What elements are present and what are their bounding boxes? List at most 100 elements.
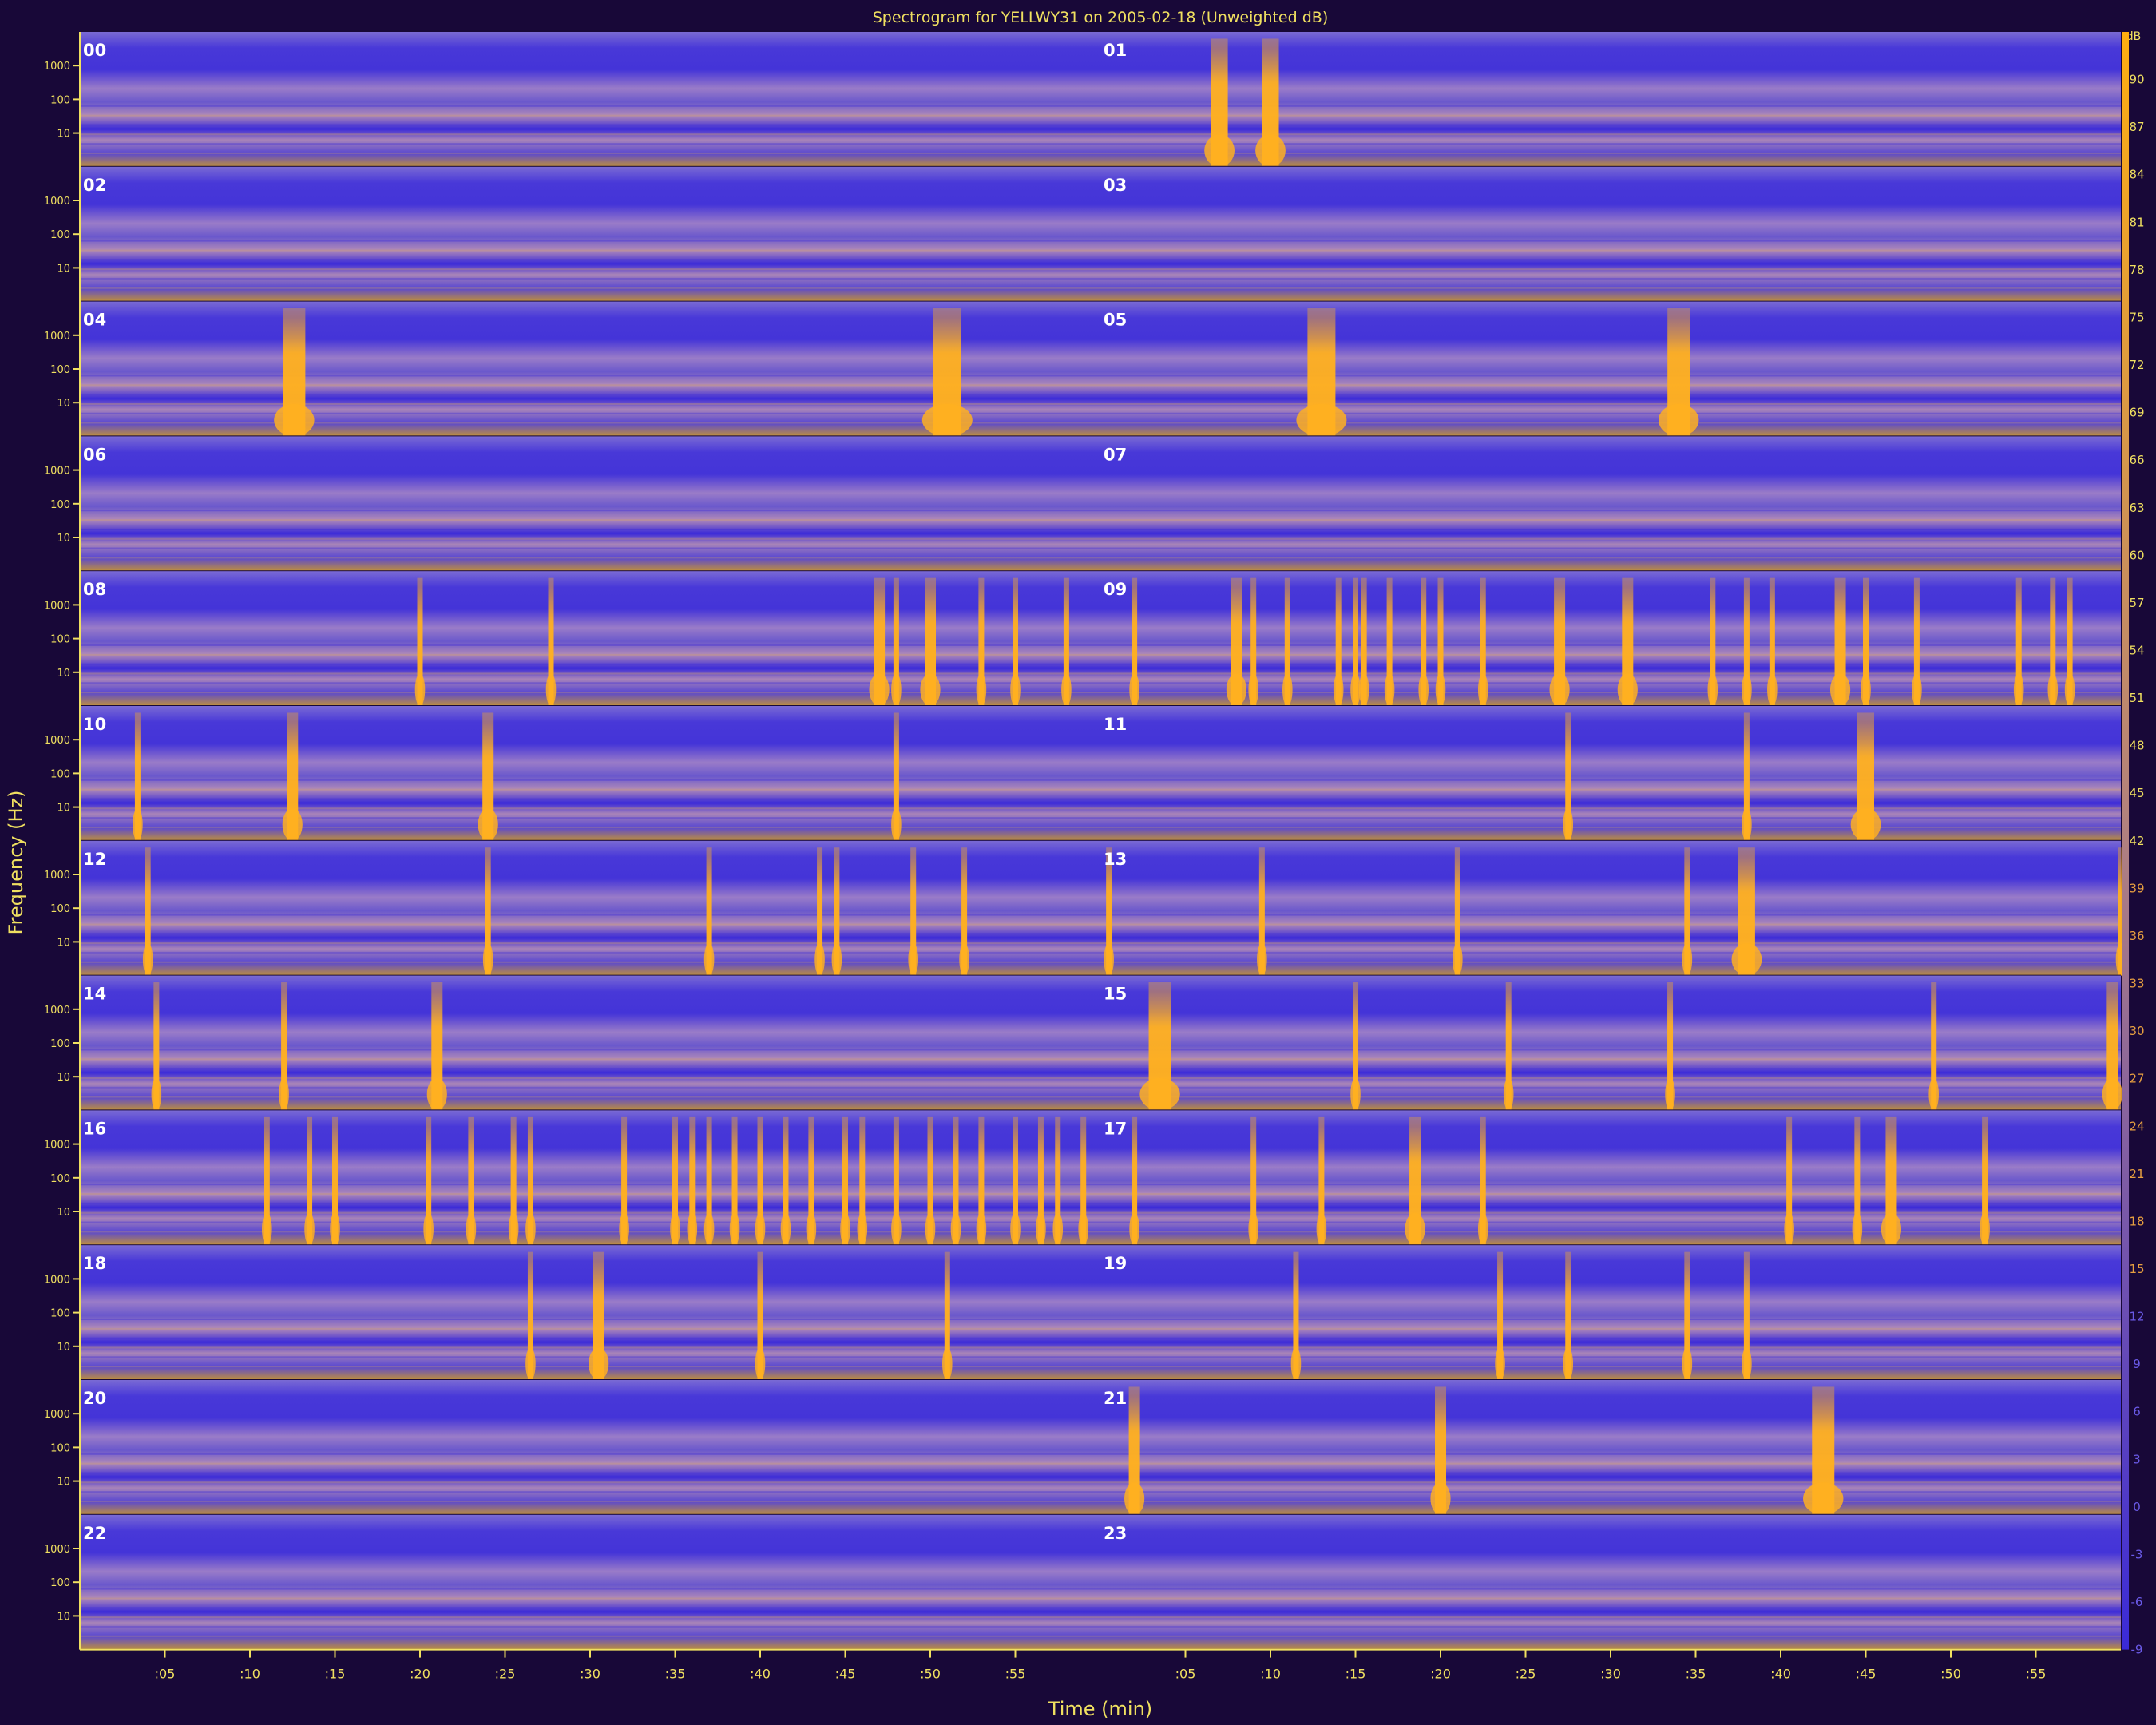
event-base xyxy=(1665,1077,1675,1111)
event-base xyxy=(142,943,153,976)
event-base xyxy=(133,808,143,841)
event-base xyxy=(619,1212,629,1246)
x-tick-label: :20 xyxy=(1430,1667,1451,1682)
event-base xyxy=(1549,673,1570,707)
colorbar-gradient xyxy=(2122,32,2129,1650)
hour-label: 16 xyxy=(83,1119,106,1138)
event-base xyxy=(1829,673,1851,707)
x-tick-label: :15 xyxy=(1346,1667,1366,1682)
event-base xyxy=(1742,673,1752,707)
x-tick-label: :35 xyxy=(1686,1667,1706,1682)
event-base xyxy=(1204,134,1235,167)
event-base xyxy=(1255,134,1286,167)
x-tick-label: :40 xyxy=(1770,1667,1791,1682)
event-base xyxy=(1316,1212,1327,1246)
event-base xyxy=(831,943,842,976)
hour-label: 21 xyxy=(1104,1389,1127,1408)
event-base xyxy=(525,1347,536,1380)
event-base xyxy=(1248,673,1258,707)
x-tick-label: :45 xyxy=(1856,1667,1877,1682)
x-tick-label: :40 xyxy=(750,1667,771,1682)
colorbar-tick-label: -3 xyxy=(2131,1547,2143,1561)
colorbar-tick-label: 3 xyxy=(2133,1452,2141,1466)
y-tick-label: 10 xyxy=(57,263,70,275)
colorbar-tick-label: 87 xyxy=(2129,120,2144,134)
y-tick-label: 10 xyxy=(57,533,70,545)
hour-label: 19 xyxy=(1104,1254,1127,1273)
y-tick-label: 10 xyxy=(57,668,70,680)
hour-label: 18 xyxy=(83,1254,106,1273)
event-base xyxy=(1731,943,1762,976)
event-base xyxy=(1659,403,1699,437)
event-base xyxy=(1124,1482,1145,1515)
y-tick-label: 10 xyxy=(57,129,70,141)
colorbar-tick-label: 42 xyxy=(2129,834,2144,848)
hour-label: 23 xyxy=(1104,1524,1127,1543)
event-base xyxy=(1495,1347,1505,1380)
y-tick-label: 100 xyxy=(50,1308,70,1320)
row-background xyxy=(80,436,2121,572)
event-base xyxy=(908,943,918,976)
event-base xyxy=(423,1212,434,1246)
y-tick-label: 100 xyxy=(50,634,70,646)
event-base xyxy=(1784,1212,1794,1246)
row-background xyxy=(80,975,2121,1111)
y-tick-label: 1000 xyxy=(44,1409,70,1421)
event-base xyxy=(891,673,902,707)
x-tick-label: :10 xyxy=(1260,1667,1281,1682)
x-tick-label: :20 xyxy=(410,1667,430,1682)
x-tick-label: :25 xyxy=(1516,1667,1536,1682)
row-background xyxy=(80,32,2121,167)
y-tick-label: 100 xyxy=(50,903,70,915)
event-base xyxy=(1563,808,1574,841)
hour-label: 00 xyxy=(83,41,106,60)
y-tick-label: 100 xyxy=(50,499,70,511)
y-tick-label: 1000 xyxy=(44,1274,70,1286)
event-base xyxy=(274,403,315,437)
spectrogram-row: 22 23 1000 100 10 xyxy=(44,1514,2121,1651)
event-base xyxy=(840,1212,850,1246)
event-base xyxy=(1052,1212,1064,1246)
event-base xyxy=(755,1347,766,1380)
colorbar-tick-label: 48 xyxy=(2129,739,2144,753)
event-base xyxy=(1078,1212,1088,1246)
event-base xyxy=(1861,673,1871,707)
event-base xyxy=(426,1077,447,1111)
y-tick-label: 1000 xyxy=(44,61,70,73)
y-tick-label: 1000 xyxy=(44,600,70,612)
event-base xyxy=(151,1077,162,1111)
x-tick-label: :35 xyxy=(665,1667,686,1682)
event-base xyxy=(1282,673,1293,707)
event-base xyxy=(1061,673,1072,707)
hour-label: 15 xyxy=(1104,985,1127,1004)
colorbar-tick-label: 18 xyxy=(2129,1214,2144,1228)
event-base xyxy=(1477,673,1488,707)
y-tick-label: 1000 xyxy=(44,466,70,478)
event-base xyxy=(2047,673,2059,707)
event-base xyxy=(2013,673,2024,707)
hour-label: 01 xyxy=(1104,41,1127,60)
event-base xyxy=(1803,1482,1844,1515)
colorbar-tick-label: -6 xyxy=(2131,1595,2143,1609)
event-base xyxy=(482,943,493,976)
hour-label: 07 xyxy=(1104,445,1127,464)
colorbar-tick-label: 78 xyxy=(2129,263,2144,277)
event-base xyxy=(1435,673,1446,707)
event-base xyxy=(1290,1347,1302,1380)
event-base xyxy=(1104,943,1114,976)
y-tick-label: 1000 xyxy=(44,331,70,343)
event-base xyxy=(976,673,987,707)
colorbar-tick-label: 84 xyxy=(2129,168,2144,182)
event-base xyxy=(1742,1347,1752,1380)
event-base xyxy=(703,1212,715,1246)
event-base xyxy=(1881,1212,1902,1246)
x-tick-label: :25 xyxy=(495,1667,516,1682)
spectrogram-row: 02 03 1000 100 10 xyxy=(44,166,2121,303)
colorbar-tick-label: 6 xyxy=(2133,1405,2141,1419)
spectrogram-rows: 00 0110001001002 0310001001004 051000100100… xyxy=(44,32,2126,1651)
row-background xyxy=(80,706,2121,841)
event-base xyxy=(414,673,426,707)
spectrogram-row: 04 05 1000 100 10 xyxy=(44,301,2121,438)
event-base xyxy=(920,673,941,707)
event-base xyxy=(703,943,715,976)
